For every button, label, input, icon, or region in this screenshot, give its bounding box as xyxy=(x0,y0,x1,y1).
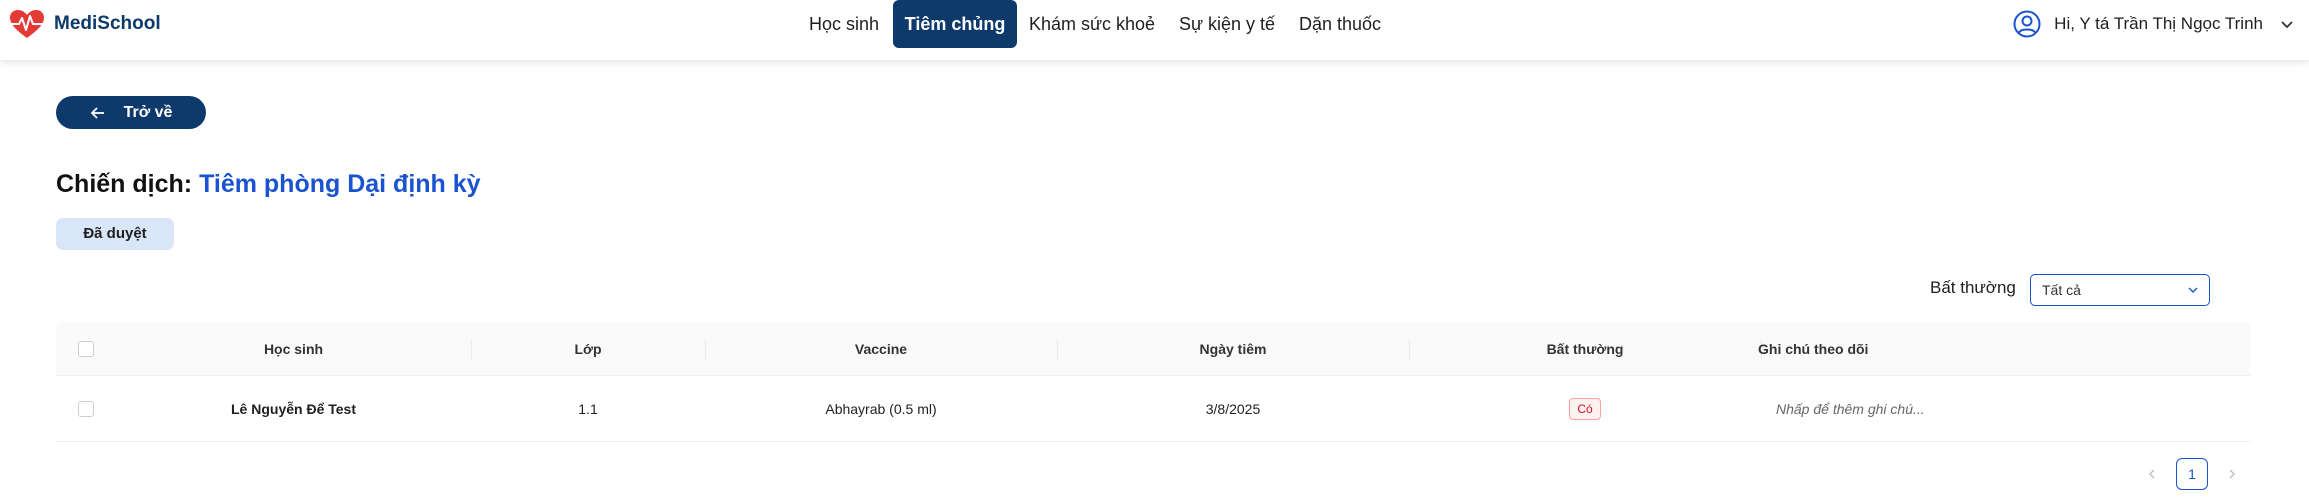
status-badge: Đã duyệt xyxy=(56,218,174,250)
filter-label: Bất thường xyxy=(1930,278,2016,297)
page-title: Chiến dịch: Tiêm phòng Dại định kỳ xyxy=(56,170,481,199)
chevron-right-icon xyxy=(2229,469,2235,479)
abnormal-cell: Có xyxy=(1409,376,1761,441)
select-all-cell xyxy=(78,322,98,375)
abnormal-filter-select[interactable]: Tất cả xyxy=(2030,274,2210,306)
column-header-abnormal[interactable]: Bất thường xyxy=(1409,322,1761,375)
filter-selected-value: Tất cả xyxy=(2042,282,2081,298)
back-button-label: Trở về xyxy=(123,103,173,121)
vaccination-table: Học sinh Lớp Vaccine Ngày tiêm Bất thườn… xyxy=(56,322,2251,442)
chevron-down-icon xyxy=(2188,287,2198,293)
table-header: Học sinh Lớp Vaccine Ngày tiêm Bất thườn… xyxy=(56,322,2251,376)
row-select-cell xyxy=(78,376,98,441)
nav-item-health-check[interactable]: Khám sức khoẻ xyxy=(1024,0,1160,48)
select-all-checkbox[interactable] xyxy=(78,340,94,357)
nav-item-medication[interactable]: Dặn thuốc xyxy=(1294,0,1386,48)
chevron-left-icon xyxy=(2149,469,2155,479)
chevron-down-icon[interactable] xyxy=(2279,16,2295,32)
user-circle-icon xyxy=(2012,9,2042,39)
campaign-prefix: Chiến dịch: xyxy=(56,170,193,198)
add-note-hint[interactable]: Nhấp để thêm ghi chú... xyxy=(1776,401,1925,417)
vaccination-date: 3/8/2025 xyxy=(1205,400,1261,417)
column-header-date[interactable]: Ngày tiêm xyxy=(1057,322,1409,375)
pagination: 1 xyxy=(2136,458,2256,490)
column-header-class[interactable]: Lớp xyxy=(471,322,705,375)
nav-item-vaccination[interactable]: Tiêm chủng xyxy=(893,0,1017,48)
student-name: Lê Nguyễn Để Test xyxy=(231,400,356,417)
user-menu[interactable]: Hi, Y tá Trần Thị Ngọc Trinh xyxy=(2012,8,2295,40)
campaign-name: Tiêm phòng Dại định kỳ xyxy=(199,170,481,198)
column-header-note[interactable]: Ghi chú theo dõi xyxy=(1758,322,2158,375)
nav-item-medical-events[interactable]: Sự kiện y tế xyxy=(1172,0,1282,48)
arrow-left-icon xyxy=(90,106,104,119)
row-checkbox[interactable] xyxy=(78,400,94,417)
nav-item-students[interactable]: Học sinh xyxy=(796,0,892,48)
main-nav: Học sinh Tiêm chủng Khám sức khoẻ Sự kiệ… xyxy=(0,0,2309,60)
user-greeting: Hi, Y tá Trần Thị Ngọc Trinh xyxy=(2054,14,2263,33)
prev-page-button[interactable] xyxy=(2136,458,2168,490)
note-cell[interactable]: Nhấp để thêm ghi chú... xyxy=(1776,376,2176,441)
back-button[interactable]: Trở về xyxy=(56,96,206,129)
top-navbar: MediSchool Học sinh Tiêm chủng Khám sức … xyxy=(0,0,2309,60)
student-class: 1.1 xyxy=(578,400,598,417)
vaccine-name: Abhayrab (0.5 ml) xyxy=(825,400,937,417)
column-header-vaccine[interactable]: Vaccine xyxy=(705,322,1057,375)
abnormal-tag: Có xyxy=(1569,397,1601,420)
table-row: Lê Nguyễn Để Test 1.1 Abhayrab (0.5 ml) … xyxy=(56,376,2251,442)
column-header-student[interactable]: Học sinh xyxy=(116,322,471,375)
next-page-button[interactable] xyxy=(2216,458,2248,490)
page-number-button[interactable]: 1 xyxy=(2176,458,2208,490)
